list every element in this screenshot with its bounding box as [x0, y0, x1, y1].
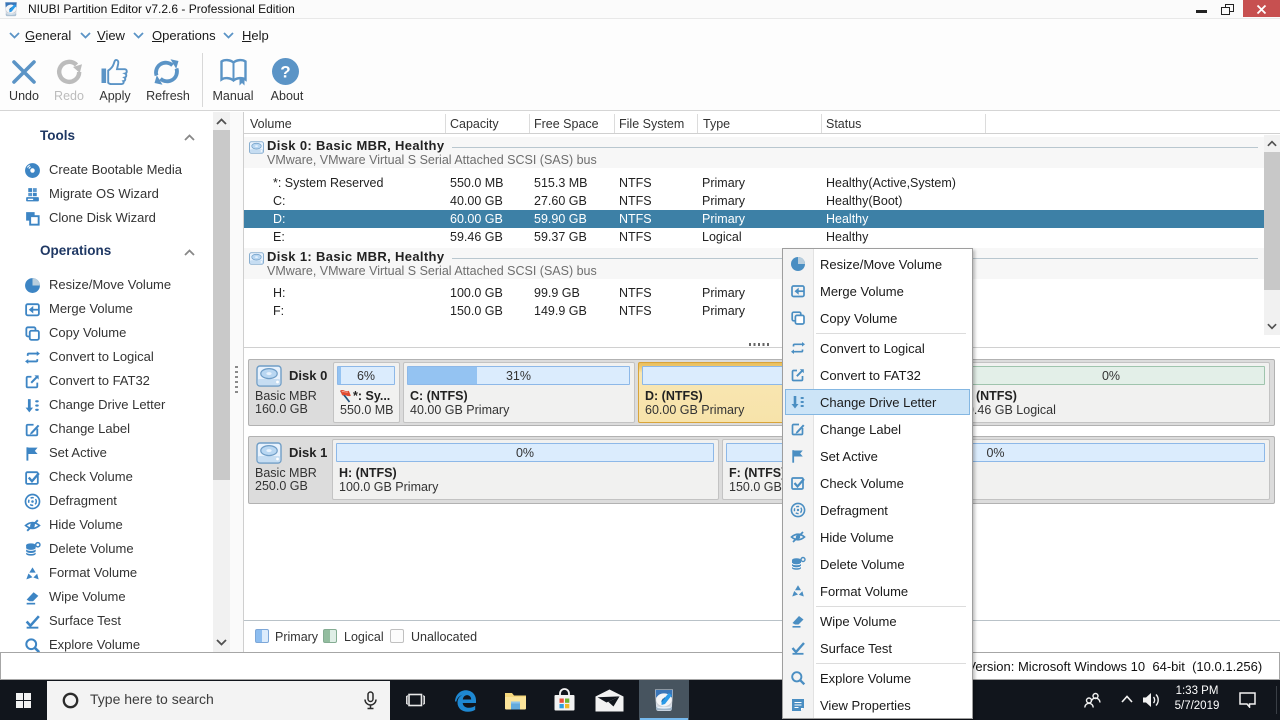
- svg-text:?: ?: [280, 63, 290, 82]
